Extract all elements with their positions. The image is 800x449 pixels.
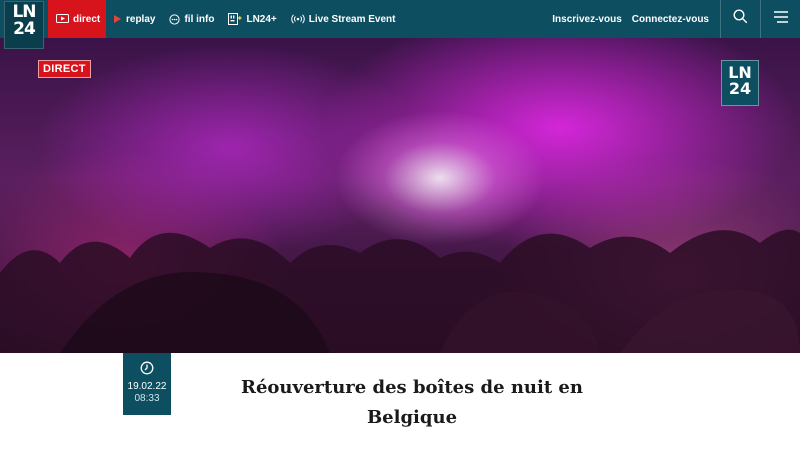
signup-link[interactable]: Inscrivez-vous [547, 14, 626, 25]
nav-fil-info-label: fil info [184, 13, 215, 25]
watermark-text-bottom: 24 [728, 79, 752, 98]
publish-date: 19.02.22 [127, 381, 167, 392]
broadcast-icon [291, 14, 305, 24]
ln24plus-icon [228, 13, 242, 25]
publish-time: 08:33 [134, 393, 160, 404]
menu-button[interactable] [760, 0, 800, 38]
page: LN 24 direct replay fil info LN24+ Live … [0, 0, 800, 449]
hamburger-menu-icon [773, 10, 789, 28]
search-button[interactable] [720, 0, 760, 38]
login-link[interactable]: Connectez-vous [627, 14, 714, 25]
nav-replay-label: replay [126, 13, 156, 25]
publish-date-box: 19.02.22 08:33 [123, 353, 171, 415]
site-logo: LN 24 [4, 1, 44, 49]
nav-ln24plus-label: LN24+ [246, 13, 277, 25]
top-navbar: LN 24 direct replay fil info LN24+ Live … [0, 0, 800, 49]
nav-replay[interactable]: replay [106, 0, 162, 38]
site-logo-link[interactable]: LN 24 [0, 0, 48, 49]
article-title: Réouverture des boîtes de nuit en Belgiq… [241, 377, 583, 428]
live-badge: DIRECT [38, 60, 91, 78]
logo-text-bottom: 24 [13, 19, 36, 39]
nav-ln24plus[interactable]: LN24+ [221, 0, 283, 38]
clock-icon [123, 361, 171, 375]
nav-live-stream[interactable]: Live Stream Event [284, 0, 403, 38]
nav-live-stream-label: Live Stream Event [308, 13, 396, 25]
hero-image[interactable]: DIRECT LN 24 [0, 38, 800, 353]
play-icon [113, 14, 122, 24]
search-icon [733, 9, 748, 29]
channel-watermark-logo: LN 24 [721, 60, 759, 106]
tv-play-icon [56, 14, 69, 24]
nav-fil-info[interactable]: fil info [162, 0, 221, 38]
crowd-silhouette [0, 229, 800, 353]
nav-direct[interactable]: direct [48, 0, 106, 38]
fil-info-icon [169, 13, 181, 25]
nav-direct-label: direct [73, 13, 101, 25]
